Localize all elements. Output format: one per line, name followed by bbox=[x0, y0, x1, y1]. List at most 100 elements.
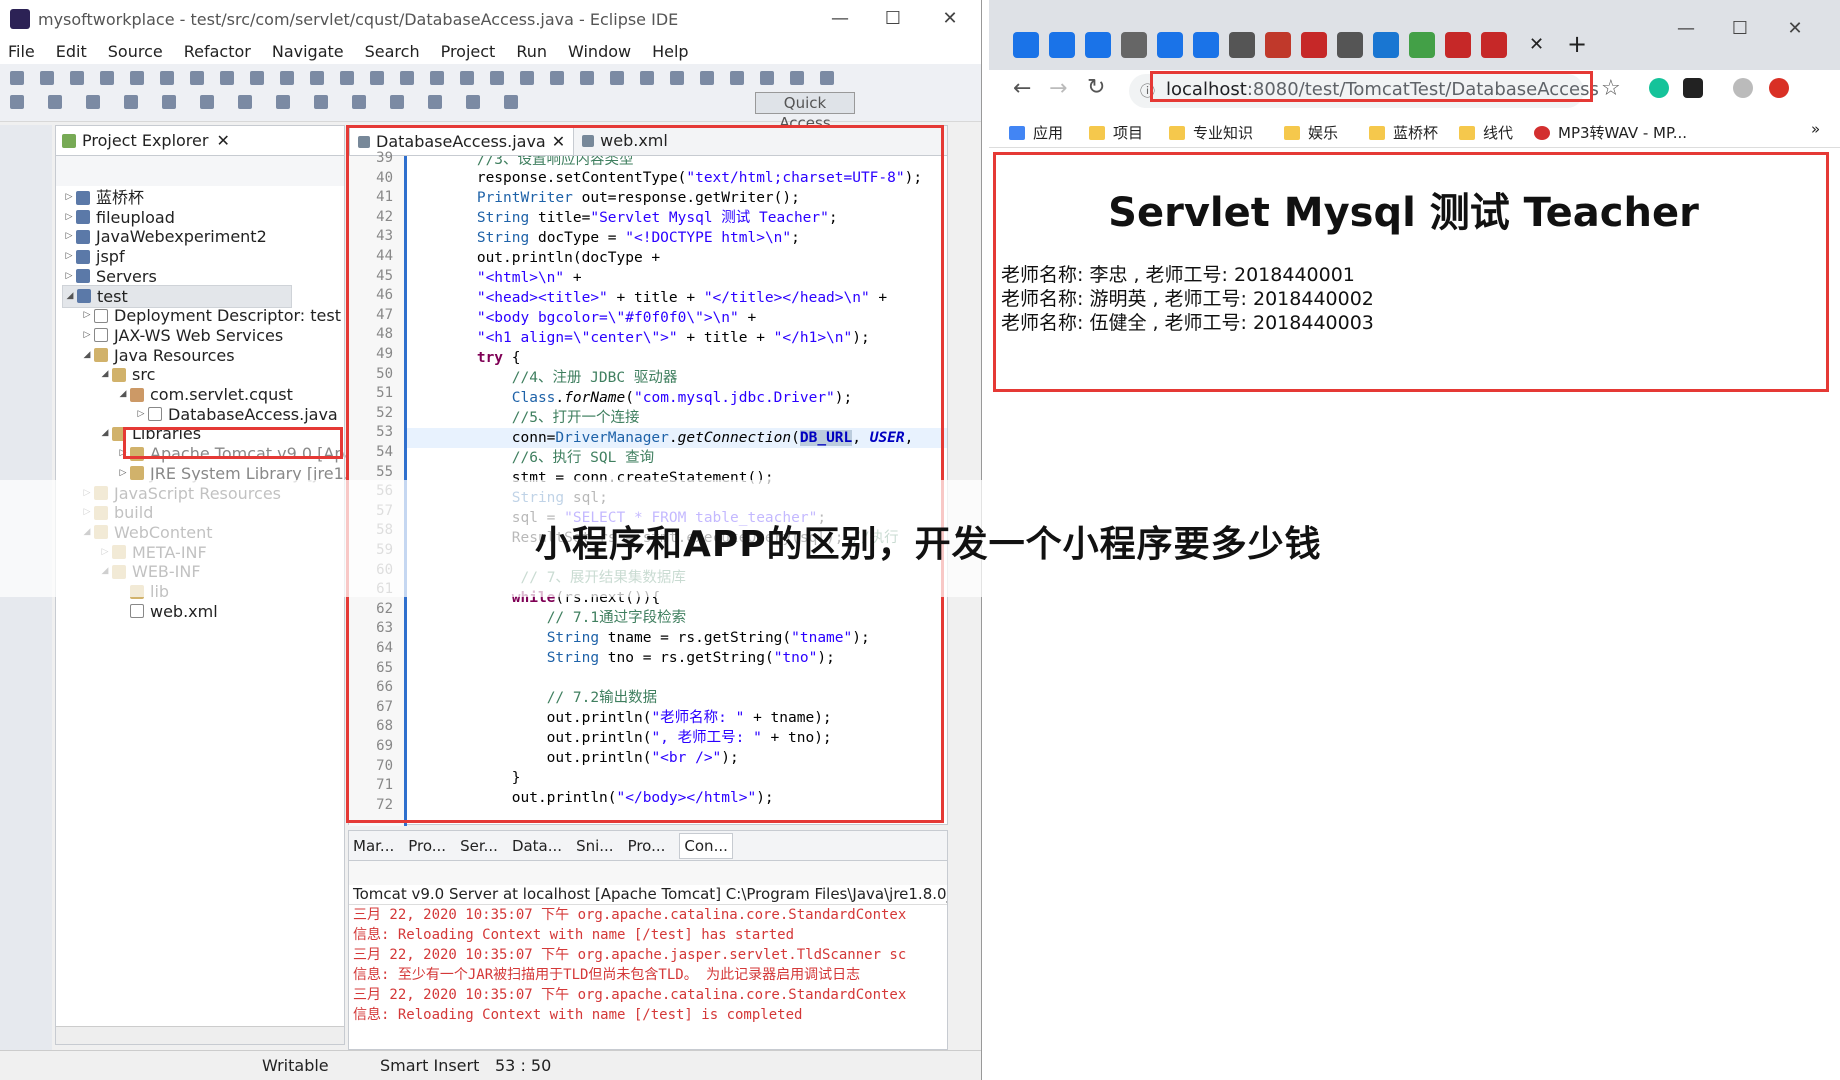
console-view-tab[interactable]: Sni... bbox=[576, 837, 614, 855]
console-output[interactable]: 三月 22, 2020 10:35:07 下午 org.apache.catal… bbox=[349, 905, 947, 1025]
toolbar-button-icon[interactable] bbox=[790, 71, 804, 85]
toolbar-button-icon[interactable] bbox=[100, 71, 114, 85]
console-view-tab[interactable]: Mar... bbox=[353, 837, 394, 855]
reload-icon[interactable]: ↻ bbox=[1087, 75, 1105, 100]
toolbar-button-icon[interactable] bbox=[550, 71, 564, 85]
browser-tab-favicon-icon[interactable] bbox=[1301, 32, 1327, 58]
toolbar-button-icon[interactable] bbox=[162, 95, 176, 109]
menu-search[interactable]: Search bbox=[365, 42, 420, 61]
menu-run[interactable]: Run bbox=[516, 42, 547, 61]
horizontal-scrollbar[interactable] bbox=[56, 1026, 344, 1044]
menu-file[interactable]: File bbox=[8, 42, 35, 61]
project-explorer-tab[interactable]: Project Explorer ✕ bbox=[56, 126, 344, 156]
tree-item[interactable]: web.xml bbox=[116, 600, 218, 623]
menu-window[interactable]: Window bbox=[568, 42, 631, 61]
toolbar-button-icon[interactable] bbox=[190, 71, 204, 85]
toolbar-button-icon[interactable] bbox=[160, 71, 174, 85]
toolbar-button-icon[interactable] bbox=[200, 95, 214, 109]
browser-tab-favicon-icon[interactable] bbox=[1193, 32, 1219, 58]
toolbar-button-icon[interactable] bbox=[238, 95, 252, 109]
browser-tab-favicon-icon[interactable] bbox=[1445, 32, 1471, 58]
expand-arrow-icon[interactable]: ◢ bbox=[98, 363, 112, 386]
toolbar-button-icon[interactable] bbox=[370, 71, 384, 85]
browser-tab-favicon-icon[interactable] bbox=[1373, 32, 1399, 58]
url-text[interactable]: localhost:8080/test/TomcatTest/DatabaseA… bbox=[1166, 79, 1599, 100]
expand-arrow-icon[interactable]: ◢ bbox=[63, 285, 77, 308]
update-icon[interactable] bbox=[1769, 78, 1789, 98]
console-view-tab[interactable]: Pro... bbox=[628, 837, 666, 855]
browser-tab-favicon-icon[interactable] bbox=[1265, 32, 1291, 58]
menu-help[interactable]: Help bbox=[652, 42, 688, 61]
toolbar-button-icon[interactable] bbox=[40, 71, 54, 85]
bookmark-item[interactable]: 专业知识 bbox=[1169, 122, 1253, 143]
toolbar-button-icon[interactable] bbox=[730, 71, 744, 85]
toolbar-button-icon[interactable] bbox=[124, 95, 138, 109]
back-icon[interactable]: ← bbox=[1013, 76, 1031, 101]
menu-navigate[interactable]: Navigate bbox=[272, 42, 344, 61]
toolbar-button-icon[interactable] bbox=[10, 71, 24, 85]
bookmark-star-icon[interactable]: ☆ bbox=[1601, 76, 1621, 101]
close-icon[interactable]: ✕ bbox=[935, 6, 965, 32]
close-icon[interactable]: ✕ bbox=[1780, 16, 1810, 42]
browser-tab-favicon-icon[interactable] bbox=[1157, 32, 1183, 58]
bookmark-item[interactable]: MP3转WAV - MP... bbox=[1534, 122, 1687, 143]
new-tab-icon[interactable]: + bbox=[1567, 30, 1587, 58]
menu-edit[interactable]: Edit bbox=[56, 42, 87, 61]
browser-tab-favicon-icon[interactable] bbox=[1337, 32, 1363, 58]
grammarly-icon[interactable] bbox=[1649, 78, 1669, 98]
menu-project[interactable]: Project bbox=[441, 42, 496, 61]
toolbar-button-icon[interactable] bbox=[130, 71, 144, 85]
expand-arrow-icon[interactable]: ◢ bbox=[80, 344, 94, 367]
toolbar-button-icon[interactable] bbox=[390, 95, 404, 109]
toolbar-button-icon[interactable] bbox=[276, 95, 290, 109]
console-view-tab[interactable]: Pro... bbox=[408, 837, 446, 855]
toolbar-button-icon[interactable] bbox=[70, 71, 84, 85]
toolbar-button-icon[interactable] bbox=[314, 95, 328, 109]
browser-tab-favicon-icon[interactable] bbox=[1049, 32, 1075, 58]
toolbar-button-icon[interactable] bbox=[428, 95, 442, 109]
expand-arrow-icon[interactable]: ◢ bbox=[98, 422, 112, 445]
code-editor[interactable]: DatabaseAccess.java ✕ web.xml 39 40 41 42 43… bbox=[348, 125, 948, 826]
browser-tab-favicon-icon[interactable] bbox=[1409, 32, 1435, 58]
maximize-icon[interactable]: ☐ bbox=[1725, 16, 1755, 42]
toolbar-button-icon[interactable] bbox=[310, 71, 324, 85]
toolbar-button-icon[interactable] bbox=[352, 95, 366, 109]
toolbar-button-icon[interactable] bbox=[86, 95, 100, 109]
browser-tab-favicon-icon[interactable] bbox=[1121, 32, 1147, 58]
toolbar-button-icon[interactable] bbox=[220, 71, 234, 85]
browser-tab-favicon-icon[interactable] bbox=[1013, 32, 1039, 58]
minimize-icon[interactable]: — bbox=[825, 6, 855, 32]
close-tab-icon[interactable]: ✕ bbox=[216, 131, 229, 150]
browser-tab-favicon-icon[interactable] bbox=[1085, 32, 1111, 58]
maximize-icon[interactable]: ☐ bbox=[878, 6, 908, 32]
close-tab-icon[interactable]: ✕ bbox=[552, 128, 565, 156]
menu-refactor[interactable]: Refactor bbox=[184, 42, 251, 61]
toolbar-button-icon[interactable] bbox=[460, 71, 474, 85]
toolbar-button-icon[interactable] bbox=[504, 95, 518, 109]
expand-arrow-icon[interactable]: ◢ bbox=[116, 383, 130, 406]
info-icon[interactable]: ⓘ bbox=[1140, 80, 1155, 101]
more-bookmarks-icon[interactable]: » bbox=[1811, 120, 1820, 138]
forward-icon[interactable]: → bbox=[1049, 76, 1067, 101]
toolbar-button-icon[interactable] bbox=[670, 71, 684, 85]
bookmark-item[interactable]: 线代 bbox=[1459, 122, 1513, 143]
bookmark-item[interactable]: 蓝桥杯 bbox=[1369, 122, 1438, 143]
toolbar-button-icon[interactable] bbox=[430, 71, 444, 85]
toolbar-button-icon[interactable] bbox=[280, 71, 294, 85]
toolbar-button-icon[interactable] bbox=[48, 95, 62, 109]
tab-web-xml[interactable]: web.xml bbox=[574, 127, 676, 155]
browser-tab-favicon-icon[interactable] bbox=[1481, 32, 1507, 58]
menu-source[interactable]: Source bbox=[108, 42, 163, 61]
toolbar-button-icon[interactable] bbox=[520, 71, 534, 85]
toolbar-button-icon[interactable] bbox=[340, 71, 354, 85]
toolbar-button-icon[interactable] bbox=[760, 71, 774, 85]
bookmark-item[interactable]: 应用 bbox=[1009, 122, 1063, 143]
console-view-tab[interactable]: Data... bbox=[512, 837, 562, 855]
profile-avatar[interactable] bbox=[1733, 78, 1753, 98]
close-tab-icon[interactable]: ✕ bbox=[1529, 34, 1544, 55]
browser-tab-favicon-icon[interactable] bbox=[1229, 32, 1255, 58]
toolbar-button-icon[interactable] bbox=[490, 71, 504, 85]
toolbar-button-icon[interactable] bbox=[10, 95, 24, 109]
toolbar-button-icon[interactable] bbox=[466, 95, 480, 109]
extension-icon[interactable] bbox=[1683, 78, 1703, 98]
